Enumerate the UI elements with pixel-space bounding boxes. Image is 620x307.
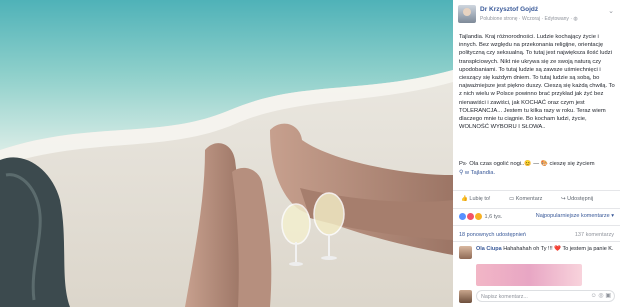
like-reaction-icon xyxy=(459,213,466,220)
post-text: Tajlandia. Kraj różnorodności. Ludzie ko… xyxy=(459,34,615,131)
shares-count[interactable]: 18 ponownych udostępnień xyxy=(459,232,526,238)
divider xyxy=(453,241,620,242)
comment-body: Ola Ciupa Hahahahah oh Ty !!! ❤️ To jest… xyxy=(476,246,616,254)
comment-tools-icon[interactable]: ☺ ◎ ▣ xyxy=(591,290,611,302)
comments-count: 137 komentarzy xyxy=(574,232,614,238)
reaction-count: 1,6 tys. xyxy=(484,213,503,220)
post-side-panel: Dr Krzysztof Gojdź Polubione stronę · Wc… xyxy=(453,0,620,307)
comment-placeholder: Napisz komentarz... xyxy=(481,294,528,300)
divider xyxy=(453,208,620,209)
like-label: Lubię to! xyxy=(469,196,491,202)
share-button[interactable]: ↪ Udostępnij xyxy=(561,196,593,202)
commenter-avatar[interactable] xyxy=(459,246,472,259)
thumbs-up-icon: 👍 xyxy=(461,196,468,202)
action-bar: 👍 Lubię to! ▭ Komentarz ↪ Udostępnij xyxy=(453,193,620,207)
post-header: Dr Krzysztof Gojdź Polubione stronę · Wc… xyxy=(458,5,616,25)
commenter-name[interactable]: Ola Ciupa xyxy=(476,246,502,252)
chevron-down-icon[interactable]: ⌄ xyxy=(608,7,614,15)
post-ps: Ps· Ola czas ogolić nogi..😊 — 🎨 cieszę s… xyxy=(459,161,595,167)
pin-icon: ⚲ xyxy=(459,170,464,176)
post-meta: Polubione stronę · Wczoraj · Edytowany ·… xyxy=(480,16,578,22)
comment-button[interactable]: ▭ Komentarz xyxy=(509,196,542,202)
comment-icon: ▭ xyxy=(509,196,515,202)
viewer-avatar xyxy=(459,290,472,303)
location-tag[interactable]: ⚲ w Tajlandia. xyxy=(459,170,495,176)
location-label: w Tajlandia. xyxy=(464,170,496,176)
share-label: Udostępnij xyxy=(567,196,594,202)
comment-image[interactable] xyxy=(476,264,582,286)
comment-text: Hahahahah oh Ty !!! ❤️ To jestem ja pani… xyxy=(503,246,614,252)
divider xyxy=(453,225,620,226)
divider xyxy=(453,190,620,191)
like-button[interactable]: 👍 Lubię to! xyxy=(461,196,491,202)
write-comment: Napisz komentarz... ☺ ◎ ▣ xyxy=(459,290,615,304)
share-icon: ↪ xyxy=(561,196,566,202)
author-name[interactable]: Dr Krzysztof Gojdź xyxy=(480,6,538,13)
globe-icon: ◍ xyxy=(573,16,578,22)
haha-reaction-icon xyxy=(475,213,482,220)
reactions-summary[interactable]: 1,6 tys. xyxy=(459,213,502,220)
author-avatar[interactable] xyxy=(458,5,476,23)
love-reaction-icon xyxy=(467,213,474,220)
comment-label: Komentarz xyxy=(515,196,543,202)
post-photo[interactable] xyxy=(0,0,453,307)
post-meta-text: Polubione stronę · Wczoraj · Edytowany · xyxy=(480,16,574,22)
beach-photo xyxy=(0,0,453,307)
comment-sort-dropdown[interactable]: Najpopularniejsze komentarze ▾ xyxy=(536,213,614,219)
